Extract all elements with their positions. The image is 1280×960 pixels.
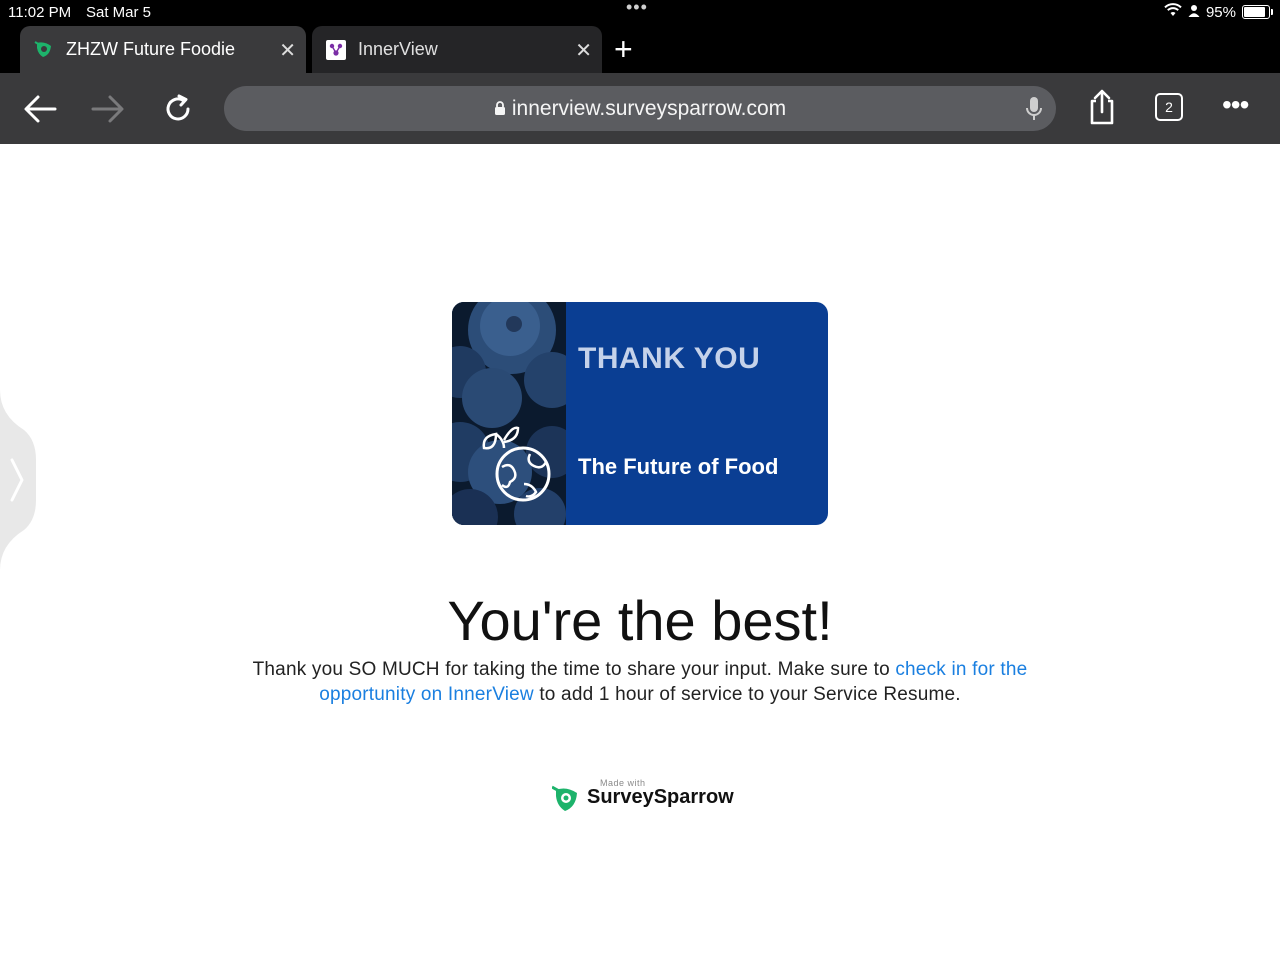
- surveysparrow-favicon: [34, 40, 54, 60]
- innerview-favicon: [326, 39, 346, 60]
- tab-bar: ZHZW Future Foodie ✕ InnerView ✕ +: [0, 26, 1280, 73]
- page-title: You're the best!: [447, 589, 833, 652]
- tab-title: InnerView: [358, 39, 438, 59]
- status-right: 95%: [1164, 3, 1273, 21]
- tab-innerview[interactable]: InnerView ✕: [312, 26, 602, 73]
- close-icon[interactable]: ✕: [575, 38, 592, 63]
- share-icon[interactable]: [1082, 87, 1122, 127]
- reload-icon[interactable]: [158, 89, 198, 129]
- surveysparrow-logo-icon: [551, 784, 580, 819]
- plus-icon[interactable]: +: [614, 31, 633, 68]
- card-heading: THANK YOU: [578, 342, 761, 375]
- person-icon: [1188, 4, 1200, 21]
- message-text: to add 1 hour of service to your Service…: [533, 684, 961, 705]
- tab-count-button[interactable]: 2: [1155, 93, 1183, 121]
- message-text: Thank you SO MUCH for taking the time to…: [252, 659, 896, 680]
- thank-you-banner: THANK YOU The Future of Food: [452, 302, 828, 525]
- brand-name: SurveySparrow: [587, 786, 734, 808]
- browser-toolbar: innerview.surveysparrow.com 2 •••: [0, 73, 1280, 144]
- tab-zhzw-future-foodie[interactable]: ZHZW Future Foodie ✕: [20, 26, 306, 73]
- close-icon[interactable]: ✕: [279, 38, 296, 63]
- address-bar[interactable]: innerview.surveysparrow.com: [224, 86, 1056, 131]
- blueberries-photo: [452, 302, 580, 525]
- more-icon[interactable]: •••: [1222, 91, 1249, 119]
- mic-icon[interactable]: [1026, 96, 1042, 128]
- battery-percent: 95%: [1205, 3, 1236, 21]
- lock-icon: [494, 101, 506, 116]
- status-time: 11:02 PM: [8, 4, 72, 21]
- battery-icon: [1242, 5, 1273, 19]
- back-arrow-icon[interactable]: [20, 89, 60, 129]
- status-bar: 11:02 PM Sat Mar 5 ••• 95%: [0, 0, 1280, 26]
- made-with-surveysparrow[interactable]: Made with SurveySparrow: [551, 778, 742, 819]
- card-subheading: The Future of Food: [578, 454, 779, 479]
- side-panel-handle[interactable]: [0, 390, 36, 570]
- thank-you-message: Thank you SO MUCH for taking the time to…: [240, 657, 1040, 707]
- status-date: Sat Mar 5: [86, 4, 152, 21]
- tab-title: ZHZW Future Foodie: [66, 39, 236, 59]
- multitasking-dots-icon[interactable]: •••: [626, 0, 648, 18]
- forward-arrow-icon[interactable]: [88, 89, 128, 129]
- url-text: innerview.surveysparrow.com: [511, 96, 787, 120]
- wifi-icon: [1164, 3, 1182, 21]
